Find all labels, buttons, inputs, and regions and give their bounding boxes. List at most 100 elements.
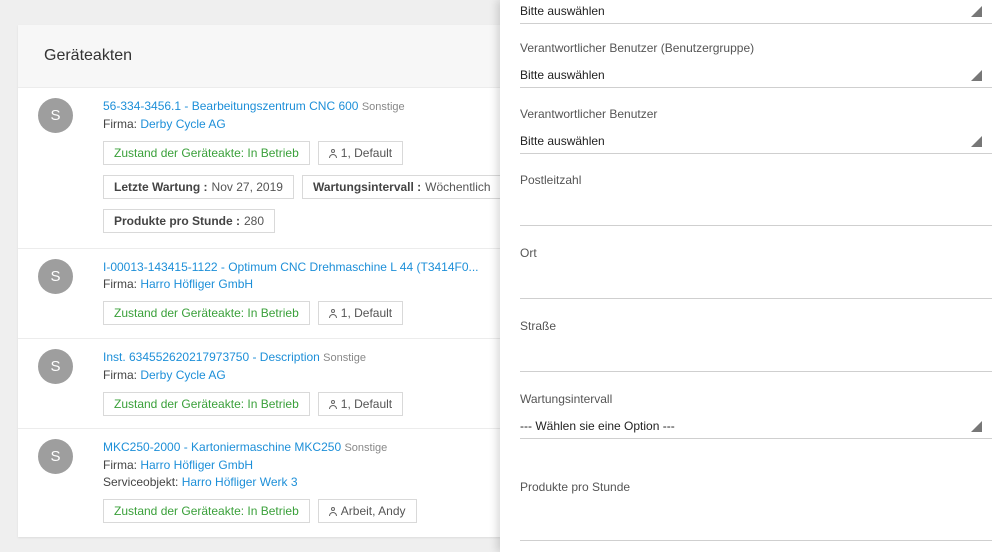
entry-title-line: I-00013-143415-1122 - Optimum CNC Drehma… bbox=[103, 259, 518, 276]
entry-serviceobjekt: Serviceobjekt: Harro Höfliger Werk 3 bbox=[103, 474, 518, 491]
dropdown-caret-icon bbox=[971, 6, 982, 17]
entry-tags: Zustand der Geräteakte: In Betrieb 1, De… bbox=[103, 301, 518, 325]
serviceobjekt-link[interactable]: Harro Höfliger Werk 3 bbox=[182, 475, 298, 489]
firma-link[interactable]: Derby Cycle AG bbox=[140, 368, 225, 382]
entry-firma: Firma: Derby Cycle AG bbox=[103, 116, 518, 133]
benutzergruppe-select[interactable]: Bitte auswählen bbox=[520, 64, 992, 88]
ort-filter: Ort bbox=[520, 246, 992, 299]
user-badge: 1, Default bbox=[317, 392, 404, 416]
entry-title-line: Inst. 634552620217973750 - Description S… bbox=[103, 349, 518, 367]
dropdown-caret-icon bbox=[971, 421, 982, 432]
benutzer-filter: Verantwortlicher Benutzer Bitte auswähle… bbox=[520, 107, 992, 154]
postleitzahl-field[interactable] bbox=[520, 196, 992, 226]
produkte-filter-label: Produkte pro Stunde bbox=[520, 480, 631, 494]
entry-firma: Firma: Harro Höfliger GmbH bbox=[103, 457, 518, 474]
produkte-label: Produkte pro Stunde : bbox=[114, 214, 240, 228]
produkte-input[interactable] bbox=[520, 503, 992, 540]
status-badge: Zustand der Geräteakte: In Betrieb bbox=[103, 141, 310, 165]
wartungsintervall-filter: Wartungsintervall --- Wählen sie eine Op… bbox=[520, 392, 992, 439]
letzte-wartung-label: Letzte Wartung : bbox=[114, 180, 208, 194]
dropdown-caret-icon bbox=[971, 70, 982, 81]
filter-panel: Bitte auswählen Verantwortlicher Benutze… bbox=[500, 0, 1007, 552]
produkte-badge: Produkte pro Stunde : 280 bbox=[103, 209, 276, 233]
produkte-filter: Produkte pro Stunde bbox=[520, 480, 992, 541]
strasse-field[interactable] bbox=[520, 342, 992, 372]
wartungsintervall-select-value: --- Wählen sie eine Option --- bbox=[520, 419, 675, 433]
strasse-input[interactable] bbox=[520, 342, 992, 371]
avatar: S bbox=[38, 259, 73, 294]
strasse-filter: Straße bbox=[520, 319, 992, 372]
entry-title-link[interactable]: MKC250-2000 - Kartoniermaschine MKC250 bbox=[103, 440, 341, 454]
entry-category: Sonstige bbox=[344, 442, 388, 454]
top-select-value: Bitte auswählen bbox=[520, 4, 605, 18]
produkte-value: 280 bbox=[244, 214, 265, 228]
entry-firma: Firma: Derby Cycle AG bbox=[103, 367, 518, 384]
entry-tags: Zustand der Geräteakte: In Betrieb Arbei… bbox=[103, 499, 518, 523]
user-badge-label: 1, Default bbox=[340, 397, 393, 411]
firma-label: Firma: bbox=[103, 277, 137, 291]
avatar: S bbox=[38, 98, 73, 133]
letzte-wartung-value: Nov 27, 2019 bbox=[211, 180, 283, 194]
firma-link[interactable]: Derby Cycle AG bbox=[140, 117, 225, 131]
page-title: Geräteakten bbox=[18, 25, 518, 88]
user-badge-label: 1, Default bbox=[340, 306, 393, 320]
status-badge: Zustand der Geräteakte: In Betrieb bbox=[103, 301, 310, 325]
wartungsintervall-select[interactable]: --- Wählen sie eine Option --- bbox=[520, 415, 992, 439]
avatar: S bbox=[38, 349, 73, 384]
benutzergruppe-filter: Verantwortlicher Benutzer (Benutzergrupp… bbox=[520, 41, 992, 88]
user-badge-label: Arbeit, Andy bbox=[340, 504, 406, 518]
user-icon bbox=[328, 506, 337, 516]
benutzer-label: Verantwortlicher Benutzer bbox=[520, 107, 658, 121]
postleitzahl-label: Postleitzahl bbox=[520, 173, 582, 187]
user-icon bbox=[328, 399, 337, 409]
firma-link[interactable]: Harro Höfliger GmbH bbox=[140, 458, 253, 472]
benutzergruppe-label: Verantwortlicher Benutzer (Benutzergrupp… bbox=[520, 41, 755, 55]
dropdown-caret-icon bbox=[971, 136, 982, 147]
wartungsintervall-label: Wartungsintervall : bbox=[312, 180, 422, 194]
user-badge-label: 1, Default bbox=[340, 146, 393, 160]
wartungsintervall-badge: Wartungsintervall : Wöchentlich bbox=[301, 175, 502, 199]
entry-category: Sonstige bbox=[361, 101, 405, 113]
ort-label: Ort bbox=[520, 246, 537, 260]
postleitzahl-input[interactable] bbox=[520, 196, 992, 225]
entry-attribute-tags: Letzte Wartung : Nov 27, 2019 Wartungsin… bbox=[103, 175, 518, 199]
wartungsintervall-label: Wartungsintervall bbox=[520, 392, 613, 406]
letzte-wartung-badge: Letzte Wartung : Nov 27, 2019 bbox=[103, 175, 294, 199]
user-badge: Arbeit, Andy bbox=[317, 499, 417, 523]
firma-label: Firma: bbox=[103, 368, 137, 382]
firma-label: Firma: bbox=[103, 117, 137, 131]
user-icon bbox=[328, 148, 337, 158]
serviceobjekt-label: Serviceobjekt: bbox=[103, 475, 179, 489]
list-item[interactable]: S 56-334-3456.1 - Bearbeitungszentrum CN… bbox=[18, 88, 518, 249]
firma-label: Firma: bbox=[103, 458, 137, 472]
entry-tags: Zustand der Geräteakte: In Betrieb 1, De… bbox=[103, 392, 518, 416]
wartungsintervall-value: Wöchentlich bbox=[425, 180, 491, 194]
ort-field[interactable] bbox=[520, 269, 992, 299]
entry-attribute-tags-2: Produkte pro Stunde : 280 bbox=[103, 209, 518, 233]
list-item[interactable]: S MKC250-2000 - Kartoniermaschine MKC250… bbox=[18, 429, 518, 536]
entry-title-link[interactable]: I-00013-143415-1122 - Optimum CNC Drehma… bbox=[103, 260, 479, 274]
geraeteakten-card: Geräteakten S 56-334-3456.1 - Bearbeitun… bbox=[18, 25, 518, 537]
entry-firma: Firma: Harro Höfliger GmbH bbox=[103, 276, 518, 293]
status-badge: Zustand der Geräteakte: In Betrieb bbox=[103, 499, 310, 523]
top-select[interactable]: Bitte auswählen bbox=[520, 0, 992, 24]
user-badge: 1, Default bbox=[317, 301, 404, 325]
entry-category: Sonstige bbox=[323, 352, 366, 364]
user-icon bbox=[328, 308, 337, 318]
list-item[interactable]: S I-00013-143415-1122 - Optimum CNC Dreh… bbox=[18, 249, 518, 339]
benutzer-select-value: Bitte auswählen bbox=[520, 134, 605, 148]
benutzer-select[interactable]: Bitte auswählen bbox=[520, 130, 992, 154]
entry-title-line: MKC250-2000 - Kartoniermaschine MKC250 S… bbox=[103, 439, 518, 457]
produkte-field[interactable] bbox=[520, 503, 992, 541]
list-item[interactable]: S Inst. 634552620217973750 - Description… bbox=[18, 339, 518, 429]
postleitzahl-filter: Postleitzahl bbox=[520, 173, 992, 226]
ort-input[interactable] bbox=[520, 269, 992, 298]
strasse-label: Straße bbox=[520, 319, 557, 333]
status-badge: Zustand der Geräteakte: In Betrieb bbox=[103, 392, 310, 416]
benutzergruppe-select-value: Bitte auswählen bbox=[520, 68, 605, 82]
entry-title-link[interactable]: 56-334-3456.1 - Bearbeitungszentrum CNC … bbox=[103, 99, 358, 113]
firma-link[interactable]: Harro Höfliger GmbH bbox=[140, 277, 253, 291]
entry-tags: Zustand der Geräteakte: In Betrieb 1, De… bbox=[103, 141, 518, 165]
entry-title-link[interactable]: Inst. 634552620217973750 - Description bbox=[103, 350, 320, 364]
avatar: S bbox=[38, 439, 73, 474]
